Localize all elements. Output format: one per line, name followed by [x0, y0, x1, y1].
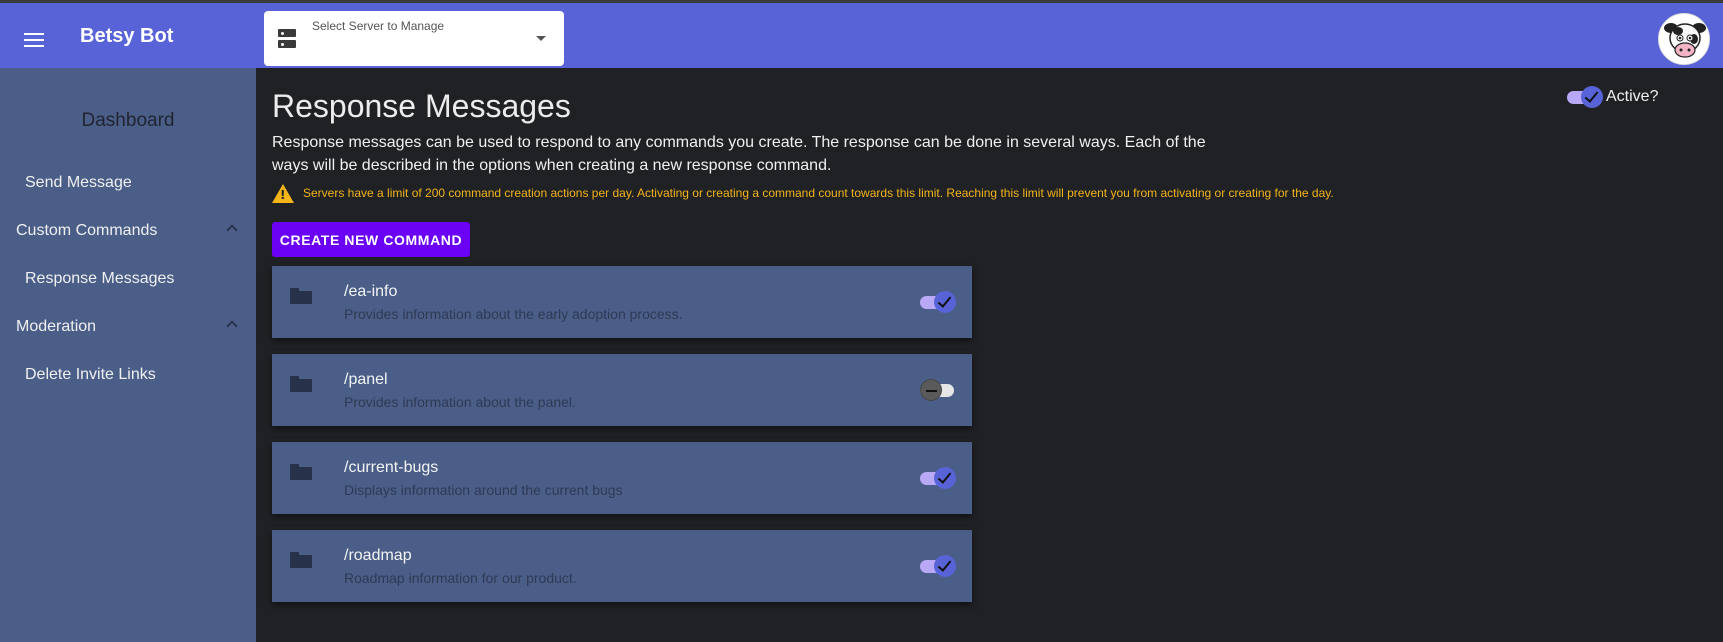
folder-icon: [290, 376, 312, 392]
folder-icon: [290, 552, 312, 568]
folder-icon: [290, 288, 312, 304]
top-app-bar: Betsy Bot Select Server to Manage: [0, 0, 1723, 68]
sidebar-section-label: Moderation: [16, 318, 97, 335]
server-select-label: Select Server to Manage: [312, 19, 445, 33]
command-name: /roadmap: [344, 547, 412, 564]
sidebar-item-dashboard[interactable]: Dashboard: [0, 110, 256, 132]
server-select-dropdown[interactable]: Select Server to Manage: [264, 11, 564, 66]
command-card[interactable]: /current-bugs Displays information aroun…: [272, 442, 972, 514]
command-card[interactable]: /panel Provides information about the pa…: [272, 354, 972, 426]
main-content: Response Messages Active? Response messa…: [256, 68, 1723, 642]
command-name: /current-bugs: [344, 459, 439, 476]
command-name: /panel: [344, 371, 388, 388]
user-avatar[interactable]: [1658, 13, 1710, 65]
page-description: Response messages can be used to respond…: [272, 134, 1206, 174]
arrow-drop-down-icon: [536, 36, 546, 41]
sidebar: Dashboard Send Message Custom Commands R…: [0, 68, 256, 642]
sidebar-item-delete-invite-links[interactable]: Delete Invite Links: [25, 366, 156, 384]
cow-avatar-icon: [1659, 14, 1709, 64]
chevron-up-icon: [226, 320, 238, 332]
command-enabled-toggle[interactable]: [920, 555, 956, 577]
page-title: Response Messages: [272, 88, 571, 124]
menu-icon[interactable]: [22, 30, 48, 50]
command-enabled-toggle[interactable]: [920, 291, 956, 313]
command-card[interactable]: /ea-info Provides information about the …: [272, 266, 972, 338]
warning-text: Servers have a limit of 200 command crea…: [303, 186, 1334, 200]
command-enabled-toggle[interactable]: [920, 467, 956, 489]
create-new-command-button[interactable]: CREATE NEW COMMAND: [272, 222, 470, 257]
server-icon: [278, 29, 296, 49]
sidebar-section-moderation[interactable]: Moderation: [16, 318, 240, 336]
sidebar-section-label: Custom Commands: [16, 222, 158, 239]
active-toggle-switch[interactable]: [1567, 86, 1603, 108]
command-description: Roadmap information for our product.: [344, 570, 577, 586]
command-description: Provides information about the early ado…: [344, 306, 683, 322]
sidebar-item-response-messages[interactable]: Response Messages: [25, 270, 174, 288]
command-description: Displays information around the current …: [344, 482, 623, 498]
active-label: Active?: [1606, 88, 1659, 105]
app-title: Betsy Bot: [80, 25, 174, 47]
command-name: /ea-info: [344, 283, 398, 300]
command-card[interactable]: /roadmap Roadmap information for our pro…: [272, 530, 972, 602]
command-enabled-toggle[interactable]: [920, 379, 956, 401]
sidebar-item-send-message[interactable]: Send Message: [25, 174, 132, 192]
folder-icon: [290, 464, 312, 480]
warning-icon: [272, 184, 294, 203]
command-description: Provides information about the panel.: [344, 394, 576, 410]
sidebar-section-custom-commands[interactable]: Custom Commands: [16, 222, 240, 240]
chevron-up-icon: [226, 224, 238, 236]
